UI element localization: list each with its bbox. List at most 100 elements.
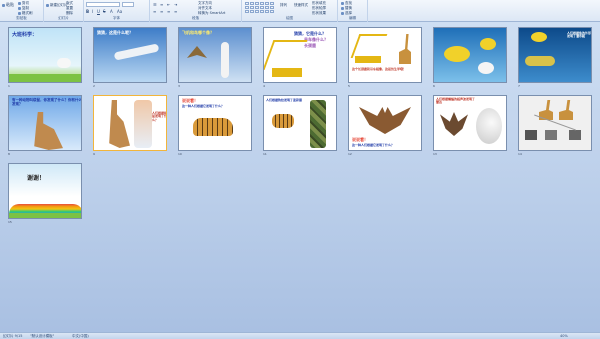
slide-thumbnail-1[interactable]: 大班科学： (8, 27, 82, 83)
paste-icon (2, 3, 5, 7)
slide-counter: 幻灯片 9/15 (3, 334, 23, 338)
slide-12-text-1: 说说看！ (352, 137, 368, 142)
drawing-group: 排列 快速样式 形状填充 形状轮廓 形状效果 绘图 (242, 0, 338, 22)
font-size-select[interactable] (122, 2, 134, 7)
font-group-label: 字体 (113, 16, 120, 20)
slide-9-text: 人们根据袋鼠发明了什么？ (152, 111, 167, 122)
slide-10-text-1: 说说看！ (182, 98, 198, 103)
cursor-icon (341, 11, 344, 15)
decrease-indent-icon[interactable]: ⇤ (167, 2, 170, 7)
quick-styles-button[interactable]: 快速样式 (294, 3, 308, 8)
justify-icon[interactable]: ≡ (174, 9, 177, 14)
slide-number: 8 (8, 152, 10, 156)
slide-number: 1 (8, 84, 10, 88)
airplane-image (113, 43, 160, 61)
slides-group: 新建幻灯片 版式 重置 删除 幻灯片 (44, 0, 84, 22)
slide-thumbnail-13[interactable]: 人们根据蝙蝠的超声波发明了雷达 (433, 95, 507, 151)
italic-icon[interactable]: I (92, 9, 93, 14)
slide-thumbnail-3[interactable]: 飞机和鸟哪个像？ (178, 27, 252, 83)
paste-button[interactable]: 粘贴 (2, 2, 14, 8)
leopard-image (193, 118, 233, 136)
slide-number: 2 (93, 84, 95, 88)
slide-2-text: 猜猜，这是什么呢？ (97, 30, 133, 35)
slide-number: 11 (263, 152, 267, 156)
font-group: B I U S A Aa 字体 (84, 0, 150, 22)
slide-thumbnail-5[interactable]: 这个长颈鹿和吊车相像，这是仿生学哦！ (348, 27, 422, 83)
align-center-icon[interactable]: ≡ (160, 9, 163, 14)
font-color-icon[interactable]: A (110, 9, 113, 14)
replace-icon (341, 6, 344, 10)
shapes-gallery[interactable] (245, 2, 274, 13)
editing-group: 查找 替换 选择 编辑 (338, 0, 368, 22)
drawing-group-label: 绘图 (286, 16, 293, 20)
slide-4-text-1: 猜猜，它是什么？ (294, 31, 326, 36)
paragraph-group-label: 段落 (192, 16, 199, 20)
editing-group-label: 编辑 (349, 16, 356, 20)
slide-number: 5 (348, 84, 350, 88)
slide-thumbnail-12[interactable]: 说说看！ 这一种人们根据它发明了什么？ (348, 95, 422, 151)
slide-1-title: 大班科学： (12, 32, 38, 38)
submarine-image (525, 56, 555, 66)
thumbnail-image (569, 130, 581, 140)
crane-truck-image (272, 68, 302, 77)
paragraph-group: ☰ ≡ ⇤ ⇥ ≡ ≡ ≡ ≡ 文字方向 对齐文本 转换为 SmartArt 段… (150, 0, 242, 22)
slide-thumbnail-4[interactable]: 猜猜，它是什么？ 吊车像什么？ 长颈鹿 (263, 27, 337, 83)
grass-image (9, 213, 81, 218)
language-indicator[interactable]: 中文(中国) (72, 334, 89, 339)
slide-number: 4 (263, 84, 265, 88)
slide-thumbnail-9[interactable]: 人们根据袋鼠发明了什么？ (93, 95, 167, 151)
slide-thumbnail-6[interactable] (433, 27, 507, 83)
slide-thumbnail-14[interactable] (518, 95, 592, 151)
brush-icon (18, 11, 21, 15)
increase-indent-icon[interactable]: ⇥ (174, 2, 177, 7)
slide-sorter: 大班科学： 1 猜猜，这是什么呢？ 2 飞机和鸟哪个像？ 3 猜猜，它是什么？ … (0, 22, 600, 332)
slide-13-text: 人们根据蝙蝠的超声波发明了雷达 (436, 97, 476, 105)
theme-name: "默认设计模板" (30, 334, 55, 338)
bat-image (440, 112, 468, 136)
slide-number: 12 (348, 152, 352, 156)
slide-10-text-2: 这一种人们根据它发明了什么？ (182, 104, 225, 108)
slide-number: 15 (8, 220, 12, 224)
slide-thumbnail-10[interactable]: 说说看！ 这一种人们根据它发明了什么？ (178, 95, 252, 151)
slide-number: 10 (178, 152, 182, 156)
thumbnail-image (545, 130, 557, 140)
zoom-level[interactable]: 40% (560, 334, 568, 338)
strikethrough-icon[interactable]: S (103, 9, 106, 14)
align-right-icon[interactable]: ≡ (167, 9, 170, 14)
arrange-button[interactable]: 排列 (280, 3, 287, 8)
radar-dish-image (476, 108, 502, 144)
font-name-select[interactable] (86, 2, 120, 7)
grass-image (9, 74, 81, 82)
slide-12-text-2: 这一种人们根据它发明了什么？ (352, 143, 395, 147)
binoculars-icon (341, 1, 344, 5)
slide-thumbnail-8[interactable]: 有一种动物叫袋鼠，你发现了什么？你有什么发现？ (8, 95, 82, 151)
new-slide-button[interactable]: 新建幻灯片 (46, 3, 68, 8)
slide-11-text: 人们根据豹纹发明了迷彩服 (266, 98, 303, 102)
bird-image (187, 46, 207, 58)
slide-4-text-2: 吊车像什么？ (304, 37, 328, 42)
change-case-icon[interactable]: Aa (117, 9, 122, 14)
slide-8-text: 有一种动物叫袋鼠，你发现了什么？你有什么发现？ (12, 98, 82, 106)
leopard-image (272, 114, 294, 128)
fish-image (531, 32, 547, 42)
align-left-icon[interactable]: ≡ (153, 9, 156, 14)
slide-number: 14 (518, 152, 522, 156)
slide-5-text: 这个长颈鹿和吊车相像，这是仿生学哦！ (352, 67, 407, 71)
slide-number: 7 (518, 84, 520, 88)
slide-thumbnail-11[interactable]: 人们根据豹纹发明了迷彩服 (263, 95, 337, 151)
numbering-icon[interactable]: ≡ (160, 2, 163, 7)
kangaroo-image (34, 112, 63, 150)
fish-image (478, 62, 494, 74)
slide-thumbnail-2[interactable]: 猜猜，这是什么呢？ (93, 27, 167, 83)
bold-icon[interactable]: B (86, 9, 89, 14)
mother-baby-image (134, 100, 152, 148)
bullets-icon[interactable]: ☰ (153, 2, 157, 7)
crane-image (264, 40, 308, 70)
cloud-image (57, 58, 71, 68)
new-slide-icon (46, 3, 49, 7)
fish-image (480, 38, 496, 50)
underline-icon[interactable]: U (97, 9, 100, 14)
slide-thumbnail-15[interactable]: 谢谢！ (8, 163, 82, 219)
slide-thumbnail-7[interactable]: 人们根据鱼的外形发明了潜水艇 (518, 27, 592, 83)
camouflage-uniform-image (310, 100, 326, 148)
